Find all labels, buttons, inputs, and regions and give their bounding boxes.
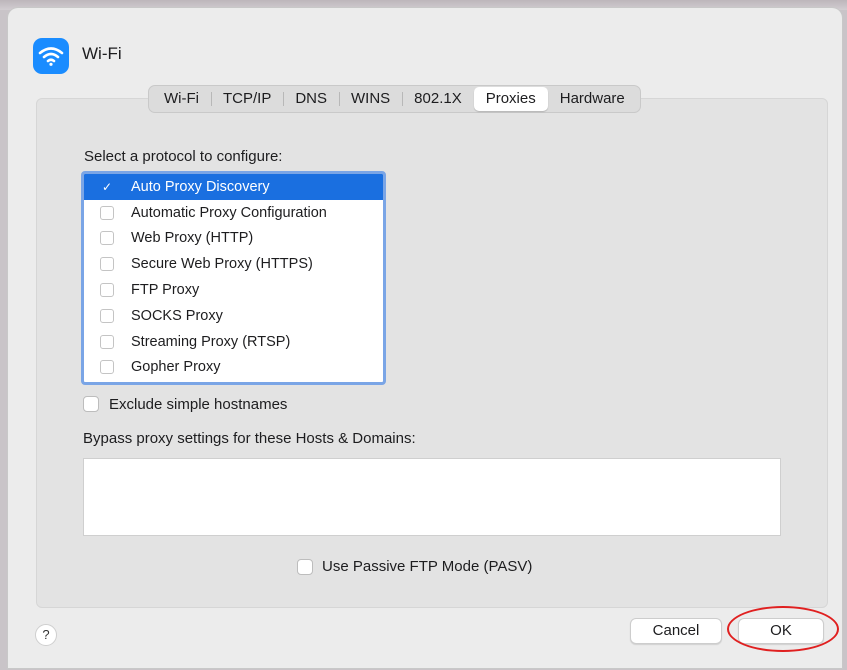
checkbox-icon[interactable] bbox=[100, 231, 114, 246]
passive-ftp-checkbox[interactable] bbox=[297, 559, 313, 575]
protocol-label: Automatic Proxy Configuration bbox=[131, 204, 327, 221]
protocol-streaming-proxy[interactable]: Streaming Proxy (RTSP) bbox=[84, 329, 383, 355]
protocol-label: Auto Proxy Discovery bbox=[131, 178, 270, 195]
tab-wifi[interactable]: Wi-Fi bbox=[152, 87, 211, 111]
wifi-icon bbox=[33, 38, 69, 74]
tab-hardware[interactable]: Hardware bbox=[548, 87, 637, 111]
tab-bar: Wi-Fi TCP/IP DNS WINS 802.1X Proxies Har… bbox=[148, 85, 641, 113]
protocol-label: Web Proxy (HTTP) bbox=[131, 230, 254, 247]
protocol-label: Streaming Proxy (RTSP) bbox=[131, 333, 291, 350]
protocol-list: ✓ Auto Proxy Discovery Automatic Proxy C… bbox=[81, 171, 386, 385]
tab-tcpip[interactable]: TCP/IP bbox=[210, 87, 283, 111]
protocol-ftp-proxy[interactable]: FTP Proxy bbox=[84, 277, 383, 303]
ok-button[interactable]: OK bbox=[738, 618, 824, 644]
exclude-simple-hostnames-checkbox[interactable] bbox=[83, 396, 99, 412]
protocol-label: SOCKS Proxy bbox=[131, 307, 223, 324]
bypass-label: Bypass proxy settings for these Hosts & … bbox=[83, 430, 416, 447]
checkbox-icon[interactable] bbox=[100, 308, 114, 323]
protocol-secure-web-proxy[interactable]: Secure Web Proxy (HTTPS) bbox=[84, 251, 383, 277]
protocol-label: Gopher Proxy bbox=[131, 359, 221, 376]
tab-wins[interactable]: WINS bbox=[339, 87, 402, 111]
window-title: Wi-Fi bbox=[82, 44, 122, 63]
protocol-auto-proxy-discovery[interactable]: ✓ Auto Proxy Discovery bbox=[84, 174, 383, 200]
checkbox-icon[interactable] bbox=[100, 205, 114, 220]
checkbox-icon[interactable] bbox=[100, 257, 114, 272]
exclude-simple-hostnames-label: Exclude simple hostnames bbox=[109, 396, 288, 413]
tab-8021x[interactable]: 802.1X bbox=[402, 87, 474, 111]
protocol-heading: Select a protocol to configure: bbox=[84, 148, 283, 165]
tab-dns[interactable]: DNS bbox=[283, 87, 339, 111]
protocol-label: Secure Web Proxy (HTTPS) bbox=[131, 256, 313, 273]
help-button[interactable]: ? bbox=[35, 624, 57, 646]
protocol-gopher-proxy[interactable]: Gopher Proxy bbox=[84, 355, 383, 381]
protocol-socks-proxy[interactable]: SOCKS Proxy bbox=[84, 303, 383, 329]
wifi-icon-glyph bbox=[38, 47, 64, 66]
checkbox-checked-icon[interactable]: ✓ bbox=[100, 180, 114, 194]
cancel-button[interactable]: Cancel bbox=[630, 618, 722, 644]
protocol-label: FTP Proxy bbox=[131, 282, 200, 299]
protocol-web-proxy[interactable]: Web Proxy (HTTP) bbox=[84, 226, 383, 252]
checkbox-icon[interactable] bbox=[100, 360, 114, 375]
protocol-automatic-proxy-configuration[interactable]: Automatic Proxy Configuration bbox=[84, 200, 383, 226]
tab-proxies[interactable]: Proxies bbox=[473, 87, 548, 111]
checkbox-icon[interactable] bbox=[100, 283, 114, 298]
passive-ftp-label: Use Passive FTP Mode (PASV) bbox=[322, 558, 533, 575]
checkbox-icon[interactable] bbox=[100, 334, 114, 349]
bypass-hosts-field[interactable] bbox=[83, 458, 781, 536]
